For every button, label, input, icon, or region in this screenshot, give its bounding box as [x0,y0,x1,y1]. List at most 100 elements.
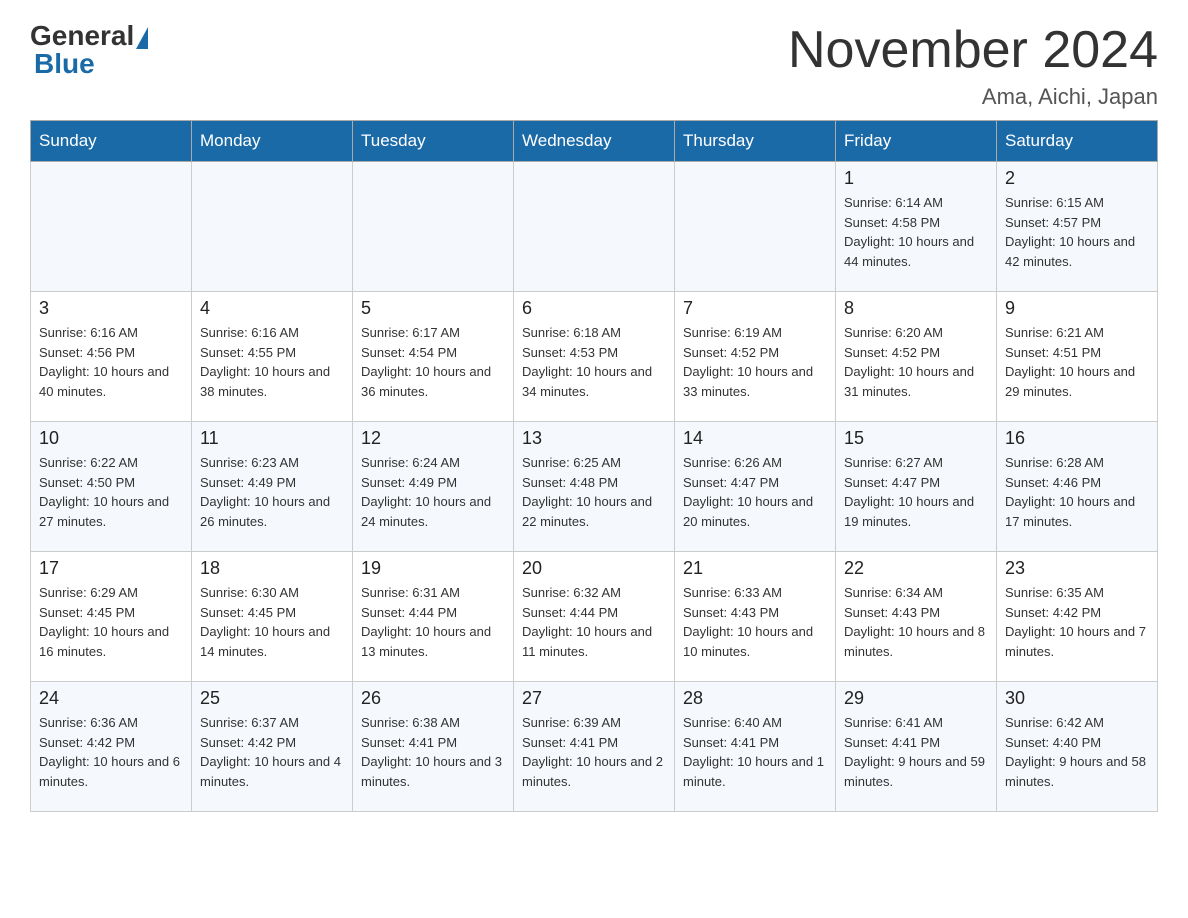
day-number: 12 [361,428,505,449]
day-number: 3 [39,298,183,319]
calendar-cell: 15Sunrise: 6:27 AMSunset: 4:47 PMDayligh… [836,422,997,552]
weekday-header-friday: Friday [836,121,997,162]
calendar-cell: 24 Sunrise: 6:36 AMSunset: 4:42 PMDayligh… [31,682,192,812]
weekday-header-sunday: Sunday [31,121,192,162]
calendar-cell: 30 Sunrise: 6:42 AMSunset: 4:40 PMDayligh… [997,682,1158,812]
day-number: 18 [200,558,344,579]
day-info: Sunrise: 6:41 AMSunset: 4:41 PMDaylight:… [844,713,988,791]
calendar-cell: 29 Sunrise: 6:41 AMSunset: 4:41 PMDayligh… [836,682,997,812]
calendar-cell: 23Sunrise: 6:35 AMSunset: 4:42 PMDayligh… [997,552,1158,682]
day-info: Sunrise: 6:16 AMSunset: 4:56 PMDaylight:… [39,323,183,401]
day-info: Sunrise: 6:30 AMSunset: 4:45 PMDaylight:… [200,583,344,661]
calendar-cell: 9 Sunrise: 6:21 AMSunset: 4:51 PMDaylight… [997,292,1158,422]
page-header: General Blue November 2024 Ama, Aichi, J… [30,20,1158,110]
logo: General Blue [30,20,148,80]
day-number: 15 [844,428,988,449]
day-number: 20 [522,558,666,579]
calendar-cell: 6 Sunrise: 6:18 AMSunset: 4:53 PMDaylight… [514,292,675,422]
day-number: 29 [844,688,988,709]
day-info: Sunrise: 6:19 AMSunset: 4:52 PMDaylight:… [683,323,827,401]
day-number: 26 [361,688,505,709]
day-info: Sunrise: 6:21 AMSunset: 4:51 PMDaylight:… [1005,323,1149,401]
calendar-cell: 25 Sunrise: 6:37 AMSunset: 4:42 PMDayligh… [192,682,353,812]
day-info: Sunrise: 6:31 AMSunset: 4:44 PMDaylight:… [361,583,505,661]
title-section: November 2024 Ama, Aichi, Japan [788,20,1158,110]
calendar-cell: 19 Sunrise: 6:31 AMSunset: 4:44 PMDayligh… [353,552,514,682]
calendar-table: SundayMondayTuesdayWednesdayThursdayFrid… [30,120,1158,812]
day-info: Sunrise: 6:42 AMSunset: 4:40 PMDaylight:… [1005,713,1149,791]
day-info: Sunrise: 6:33 AMSunset: 4:43 PMDaylight:… [683,583,827,661]
calendar-cell [675,162,836,292]
day-number: 4 [200,298,344,319]
day-number: 13 [522,428,666,449]
day-number: 22 [844,558,988,579]
day-number: 25 [200,688,344,709]
day-info: Sunrise: 6:25 AMSunset: 4:48 PMDaylight:… [522,453,666,531]
day-info: Sunrise: 6:36 AMSunset: 4:42 PMDaylight:… [39,713,183,791]
day-info: Sunrise: 6:29 AMSunset: 4:45 PMDaylight:… [39,583,183,661]
calendar-cell: 1 Sunrise: 6:14 AMSunset: 4:58 PMDaylight… [836,162,997,292]
calendar-cell [31,162,192,292]
day-info: Sunrise: 6:16 AMSunset: 4:55 PMDaylight:… [200,323,344,401]
weekday-header-monday: Monday [192,121,353,162]
calendar-cell: 22 Sunrise: 6:34 AMSunset: 4:43 PMDayligh… [836,552,997,682]
calendar-cell: 17Sunrise: 6:29 AMSunset: 4:45 PMDayligh… [31,552,192,682]
calendar-cell: 26 Sunrise: 6:38 AMSunset: 4:41 PMDayligh… [353,682,514,812]
calendar-cell [192,162,353,292]
day-info: Sunrise: 6:20 AMSunset: 4:52 PMDaylight:… [844,323,988,401]
day-info: Sunrise: 6:28 AMSunset: 4:46 PMDaylight:… [1005,453,1149,531]
day-number: 6 [522,298,666,319]
day-info: Sunrise: 6:34 AMSunset: 4:43 PMDaylight:… [844,583,988,661]
calendar-cell: 12 Sunrise: 6:24 AMSunset: 4:49 PMDayligh… [353,422,514,552]
weekday-header-tuesday: Tuesday [353,121,514,162]
day-info: Sunrise: 6:40 AMSunset: 4:41 PMDaylight:… [683,713,827,791]
day-number: 9 [1005,298,1149,319]
day-number: 16 [1005,428,1149,449]
day-info: Sunrise: 6:35 AMSunset: 4:42 PMDaylight:… [1005,583,1149,661]
calendar-cell: 3 Sunrise: 6:16 AMSunset: 4:56 PMDaylight… [31,292,192,422]
day-number: 1 [844,168,988,189]
day-number: 30 [1005,688,1149,709]
day-number: 21 [683,558,827,579]
day-info: Sunrise: 6:38 AMSunset: 4:41 PMDaylight:… [361,713,505,791]
day-number: 7 [683,298,827,319]
day-number: 5 [361,298,505,319]
calendar-cell: 2Sunrise: 6:15 AMSunset: 4:57 PMDaylight… [997,162,1158,292]
day-info: Sunrise: 6:18 AMSunset: 4:53 PMDaylight:… [522,323,666,401]
day-number: 28 [683,688,827,709]
calendar-cell: 7 Sunrise: 6:19 AMSunset: 4:52 PMDaylight… [675,292,836,422]
weekday-header-wednesday: Wednesday [514,121,675,162]
day-info: Sunrise: 6:14 AMSunset: 4:58 PMDaylight:… [844,193,988,271]
day-info: Sunrise: 6:15 AMSunset: 4:57 PMDaylight:… [1005,193,1149,271]
day-number: 10 [39,428,183,449]
month-title: November 2024 [788,20,1158,80]
day-info: Sunrise: 6:26 AMSunset: 4:47 PMDaylight:… [683,453,827,531]
day-info: Sunrise: 6:24 AMSunset: 4:49 PMDaylight:… [361,453,505,531]
calendar-cell: 16 Sunrise: 6:28 AMSunset: 4:46 PMDayligh… [997,422,1158,552]
day-info: Sunrise: 6:37 AMSunset: 4:42 PMDaylight:… [200,713,344,791]
calendar-cell: 11Sunrise: 6:23 AMSunset: 4:49 PMDayligh… [192,422,353,552]
calendar-cell: 27 Sunrise: 6:39 AMSunset: 4:41 PMDayligh… [514,682,675,812]
day-number: 24 [39,688,183,709]
calendar-cell: 28 Sunrise: 6:40 AMSunset: 4:41 PMDayligh… [675,682,836,812]
calendar-week-row: 17Sunrise: 6:29 AMSunset: 4:45 PMDayligh… [31,552,1158,682]
day-number: 11 [200,428,344,449]
calendar-week-row: 1 Sunrise: 6:14 AMSunset: 4:58 PMDaylight… [31,162,1158,292]
day-number: 8 [844,298,988,319]
day-info: Sunrise: 6:39 AMSunset: 4:41 PMDaylight:… [522,713,666,791]
day-number: 27 [522,688,666,709]
calendar-week-row: 3 Sunrise: 6:16 AMSunset: 4:56 PMDaylight… [31,292,1158,422]
location-text: Ama, Aichi, Japan [788,84,1158,110]
calendar-week-row: 10 Sunrise: 6:22 AMSunset: 4:50 PMDayligh… [31,422,1158,552]
calendar-week-row: 24 Sunrise: 6:36 AMSunset: 4:42 PMDayligh… [31,682,1158,812]
logo-triangle-icon [136,27,148,49]
calendar-cell: 18 Sunrise: 6:30 AMSunset: 4:45 PMDayligh… [192,552,353,682]
day-info: Sunrise: 6:32 AMSunset: 4:44 PMDaylight:… [522,583,666,661]
calendar-cell [514,162,675,292]
logo-blue-text: Blue [30,48,95,80]
calendar-cell: 10 Sunrise: 6:22 AMSunset: 4:50 PMDayligh… [31,422,192,552]
day-number: 19 [361,558,505,579]
day-info: Sunrise: 6:22 AMSunset: 4:50 PMDaylight:… [39,453,183,531]
calendar-cell: 5 Sunrise: 6:17 AMSunset: 4:54 PMDaylight… [353,292,514,422]
day-info: Sunrise: 6:17 AMSunset: 4:54 PMDaylight:… [361,323,505,401]
